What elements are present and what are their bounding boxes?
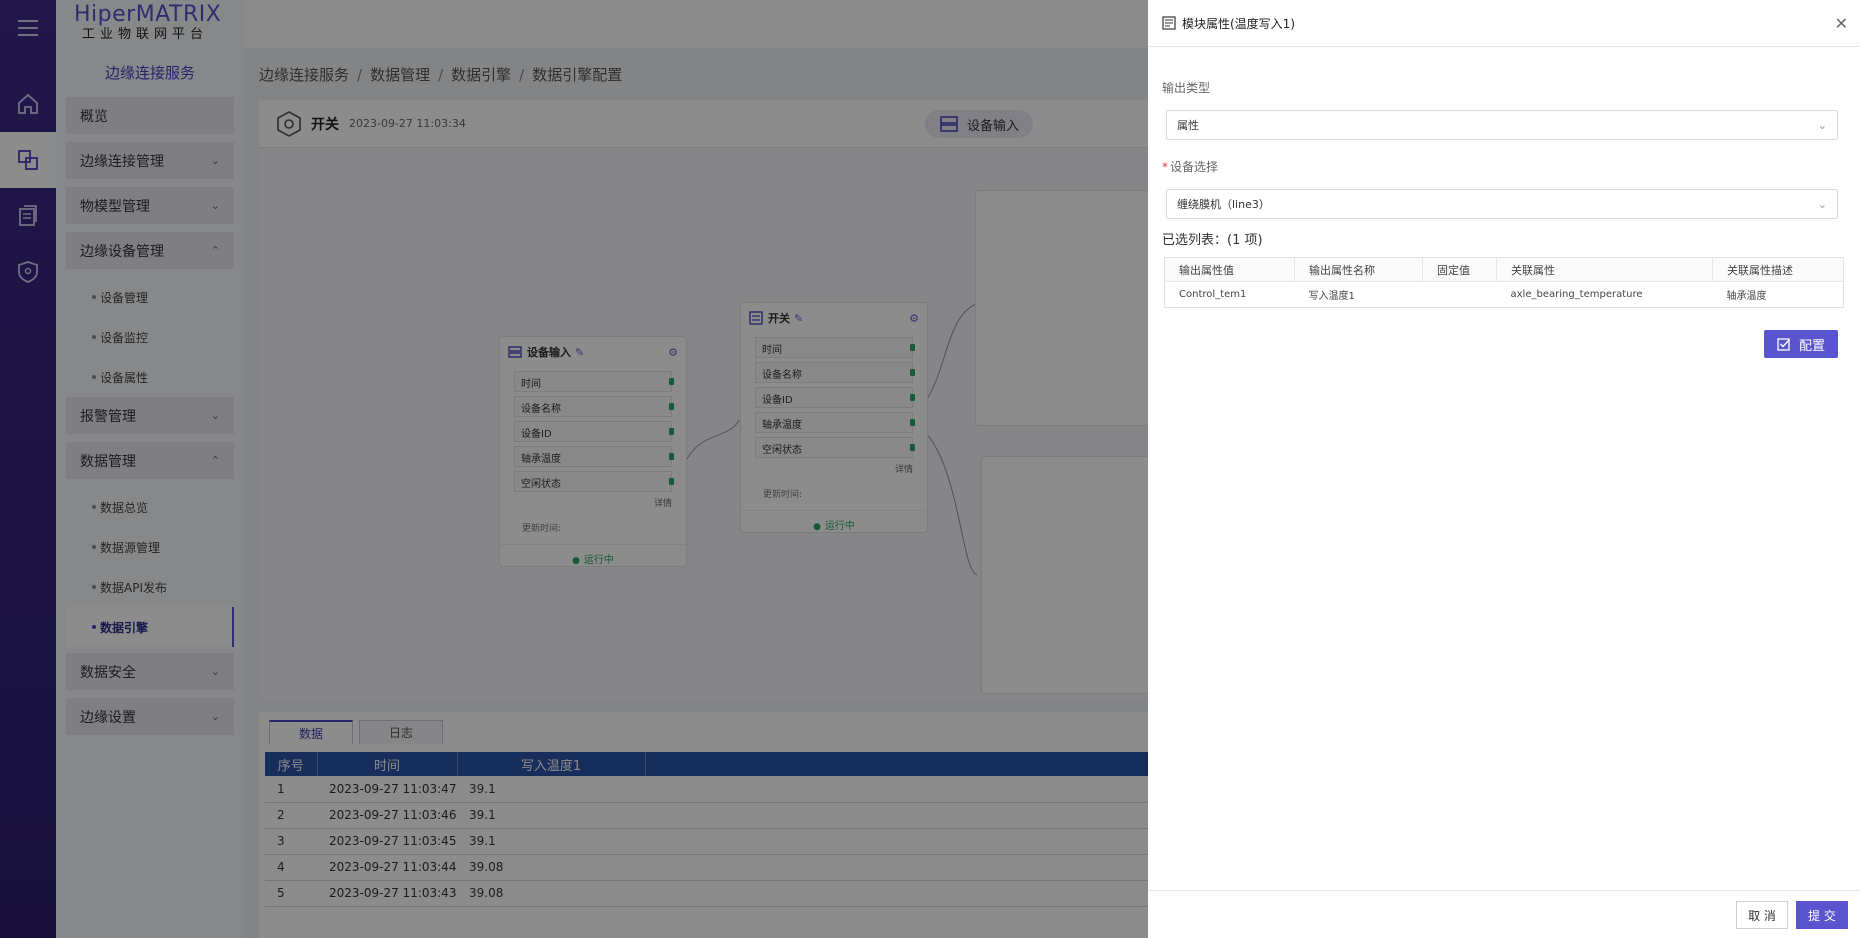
checkbox-edit-icon	[1777, 338, 1790, 351]
required-marker: *	[1162, 160, 1168, 174]
column-header: 关联属性描述	[1712, 257, 1844, 282]
chevron-down-icon: ⌄	[1817, 118, 1827, 132]
output-type-label: 输出类型	[1162, 81, 1211, 95]
document-icon	[1162, 16, 1176, 30]
column-header: 输出属性值	[1164, 257, 1295, 282]
close-icon[interactable]: ✕	[1835, 14, 1848, 33]
drawer-footer: 取 消 提 交	[1148, 890, 1860, 938]
device-select-value: 缠绕膜机（line3）	[1177, 198, 1270, 211]
table-cell	[1423, 282, 1497, 308]
output-type-select[interactable]: 属性 ⌄	[1166, 110, 1838, 140]
configure-button-label: 配置	[1798, 338, 1825, 354]
chevron-down-icon: ⌄	[1817, 197, 1827, 211]
drawer-title: 模块属性(温度写入1)	[1182, 16, 1295, 31]
device-select-label-text: 设备选择	[1170, 160, 1219, 174]
module-properties-drawer: 模块属性(温度写入1) ✕ 输出类型 属性 ⌄ * 设备选择 缠绕膜机（line3…	[1148, 0, 1860, 938]
table-cell: Control_tem1	[1179, 289, 1247, 300]
modal-overlay[interactable]	[0, 0, 1148, 938]
device-select-label: * 设备选择	[1162, 158, 1218, 175]
drawer-header: 模块属性(温度写入1) ✕	[1148, 0, 1860, 47]
cancel-button[interactable]: 取 消	[1736, 901, 1788, 929]
selected-count: 已选列表：(1 项)	[1162, 233, 1263, 248]
table-cell: axle_bearing_temperature	[1510, 289, 1643, 300]
configure-button[interactable]: 配置	[1764, 330, 1838, 358]
submit-button[interactable]: 提 交	[1796, 901, 1848, 929]
column-header: 固定值	[1422, 257, 1497, 282]
table-cell: 写入温度1	[1308, 291, 1355, 302]
column-header: 输出属性名称	[1294, 257, 1423, 282]
property-table: 输出属性值 输出属性名称 固定值 关联属性 关联属性描述 Control_tem…	[1164, 257, 1844, 308]
device-select[interactable]: 缠绕膜机（line3） ⌄	[1166, 189, 1838, 219]
column-header: 关联属性	[1496, 257, 1713, 282]
output-type-value: 属性	[1177, 119, 1199, 132]
table-cell: 轴承温度	[1726, 291, 1767, 302]
table-row[interactable]: Control_tem1 写入温度1 axle_bearing_temperat…	[1165, 282, 1844, 308]
